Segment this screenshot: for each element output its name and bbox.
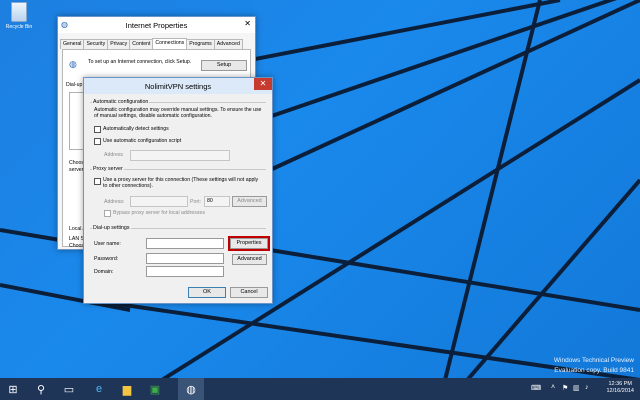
watermark-line-1: Windows Technical Preview [553, 357, 634, 364]
search-button[interactable]: ⚲ [28, 378, 54, 400]
tab-general[interactable]: General [60, 39, 85, 49]
bypass-local-label: Bypass proxy server for local addresses [113, 210, 205, 216]
tab-programs[interactable]: Programs [186, 39, 215, 49]
network-icon[interactable]: ▥ [573, 384, 580, 392]
dialup-settings-group: Dial-up settings User name: Properties P… [90, 225, 270, 279]
proxy-advanced-button[interactable]: Advanced [232, 196, 267, 207]
dialup-section-label: Dial-up [66, 82, 83, 88]
setup-button[interactable]: Setup [201, 60, 247, 71]
config-script-checkbox[interactable] [94, 138, 101, 145]
folder-icon: ▆ [122, 383, 132, 396]
search-icon: ⚲ [36, 383, 46, 396]
clock-time: 12:36 PM [608, 381, 632, 387]
store-icon: ▣ [149, 383, 161, 396]
password-input[interactable] [146, 253, 224, 264]
bypass-local-checkbox[interactable] [104, 210, 111, 217]
tab-security[interactable]: Security [83, 39, 109, 49]
use-proxy-checkbox[interactable] [94, 178, 101, 185]
system-clock[interactable]: 12:36 PM 12/16/2014 [606, 381, 634, 395]
ie-tab-strip: General Security Privacy Content Connect… [60, 38, 243, 51]
file-explorer-button[interactable]: ▆ [114, 378, 140, 400]
script-address-input[interactable] [130, 150, 230, 161]
windows-logo-icon: ⊞ [8, 383, 18, 396]
internet-explorer-icon: e [95, 383, 103, 395]
task-view-icon: ▭ [63, 383, 75, 396]
dialup-advanced-button[interactable]: Advanced [232, 254, 267, 265]
store-button[interactable]: ▣ [142, 378, 168, 400]
vpn-dialog-title: NolimitVPN settings [144, 82, 212, 91]
build-watermark: Windows Technical Preview Evaluation cop… [554, 356, 634, 376]
auto-detect-label: Automatically detect settings [103, 126, 169, 132]
taskbar: ⊞ ⚲ ▭ e ▆ ▣ ◍ ⌨ ˄ ⚑ ▥ ♪ 12:36 PM 12/16/2… [0, 378, 640, 400]
ok-button[interactable]: OK [188, 287, 226, 298]
vpn-title-bar[interactable]: NolimitVPN settings ✕ [84, 78, 272, 94]
proxy-port-input[interactable]: 80 [204, 196, 230, 207]
volume-icon[interactable]: ♪ [585, 384, 589, 391]
flag-icon[interactable]: ⚑ [562, 384, 568, 392]
proxy-address-label: Address: [104, 199, 125, 205]
tab-content[interactable]: Content [129, 39, 154, 49]
close-icon[interactable]: ✕ [254, 78, 272, 90]
chevron-up-icon[interactable]: ˄ [551, 384, 555, 391]
start-button[interactable]: ⊞ [0, 378, 26, 400]
recycle-bin-icon [11, 2, 27, 22]
clock-date: 12/16/2014 [606, 388, 634, 394]
proxy-address-input[interactable] [130, 196, 188, 207]
internet-options-taskbar-button[interactable]: ◍ [178, 378, 204, 400]
vpn-settings-dialog: NolimitVPN settings ✕ Automatic configur… [83, 77, 273, 304]
dialup-settings-group-label: Dial-up settings [92, 225, 131, 231]
password-label: Password: [94, 256, 119, 262]
tab-advanced[interactable]: Advanced [213, 39, 243, 49]
auto-config-description: Automatic configuration may override man… [94, 107, 262, 120]
proxy-port-label: Port: [190, 199, 201, 205]
auto-config-group: Automatic configuration Automatic config… [90, 99, 266, 161]
domain-label: Domain: [94, 269, 114, 275]
username-input[interactable] [146, 238, 224, 249]
use-proxy-label: Use a proxy server for this connection (… [103, 177, 259, 190]
domain-input[interactable] [146, 266, 224, 277]
keyboard-icon[interactable]: ⌨ [531, 384, 541, 392]
username-label: User name: [94, 241, 121, 247]
close-icon[interactable]: ✕ [244, 19, 251, 28]
auto-detect-checkbox[interactable] [94, 126, 101, 133]
cancel-button[interactable]: Cancel [230, 287, 268, 298]
ie-window-title: Internet Properties [125, 21, 188, 30]
proxy-group-label: Proxy server [92, 166, 124, 172]
proxy-group: Proxy server Use a proxy server for this… [90, 166, 267, 218]
setup-description: To set up an Internet connection, click … [88, 59, 192, 65]
recycle-bin-label: Recycle Bin [5, 24, 33, 30]
properties-button[interactable]: Properties [228, 236, 270, 251]
internet-explorer-button[interactable]: e [86, 378, 112, 400]
auto-config-group-label: Automatic configuration [92, 99, 150, 105]
config-script-label: Use automatic configuration script [103, 138, 182, 144]
lan-text: LAN S Choos [69, 236, 84, 249]
connection-globe-icon: ◍ [69, 59, 77, 69]
ie-title-bar[interactable]: ◍ Internet Properties ✕ [58, 17, 255, 33]
recycle-bin[interactable]: Recycle Bin [2, 2, 36, 30]
tab-privacy[interactable]: Privacy [107, 39, 131, 49]
watermark-line-2: Evaluation copy. Build 9841 [554, 367, 634, 374]
task-view-button[interactable]: ▭ [56, 378, 82, 400]
script-address-label: Address [104, 152, 124, 158]
globe-icon: ◍ [186, 383, 196, 396]
